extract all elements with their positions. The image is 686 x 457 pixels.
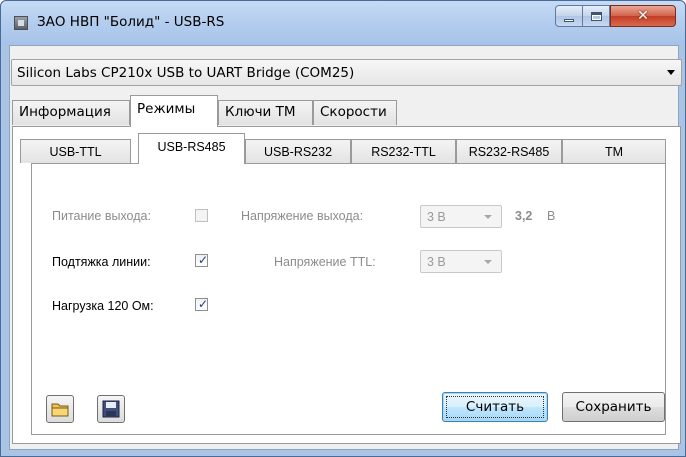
line-pullup-checkbox[interactable]: ✓: [195, 253, 209, 267]
save-button[interactable]: Сохранить: [562, 392, 665, 422]
line-pullup-label: Подтяжка линии:: [52, 255, 151, 269]
floppy-disk-icon: [102, 400, 120, 418]
tab-tm-keys-label: Ключи ТМ: [225, 104, 296, 120]
maximize-button[interactable]: [583, 5, 610, 27]
output-voltage-label: Напряжение выхода:: [241, 209, 364, 223]
tab-speeds-label: Скорости: [320, 104, 387, 120]
power-output-checkbox[interactable]: [195, 209, 208, 222]
maximize-icon: [590, 11, 602, 21]
subtab-rs232-ttl[interactable]: RS232-TTL: [351, 139, 456, 163]
subtab-usb-rs232-label: USB-RS232: [263, 145, 333, 159]
subtab-usb-ttl[interactable]: USB-TTL: [20, 139, 131, 163]
open-file-button[interactable]: [46, 395, 74, 423]
tab-speeds[interactable]: Скорости: [313, 100, 397, 125]
output-voltage-value: 3 В: [427, 210, 446, 224]
subtab-rs232-rs485[interactable]: RS232-RS485: [456, 139, 562, 163]
window-title: ЗАО НВП "Болид" - USB-RS: [37, 14, 225, 30]
measured-voltage-unit: В: [547, 209, 556, 223]
subtab-tm[interactable]: TM: [562, 139, 666, 163]
subtab-usb-rs485-label: USB-RS485: [157, 140, 226, 154]
device-select-value: Silicon Labs CP210x USB to UART Bridge (…: [17, 65, 355, 81]
close-icon: ✕: [637, 8, 649, 24]
tab-modes-label: Режимы: [137, 101, 196, 117]
checkmark-icon: ✓: [198, 297, 209, 311]
chevron-down-icon: [484, 215, 492, 219]
device-select[interactable]: Silicon Labs CP210x USB to UART Bridge (…: [11, 59, 682, 86]
title-bar[interactable]: ЗАО НВП "Болид" - USB-RS ✕: [1, 1, 685, 45]
app-icon: [14, 16, 28, 30]
save-file-button[interactable]: [97, 395, 125, 423]
minimize-button[interactable]: [555, 5, 583, 27]
tab-modes[interactable]: Режимы: [130, 95, 218, 127]
folder-open-icon: [51, 403, 69, 417]
read-button[interactable]: Считать: [442, 392, 548, 422]
chevron-down-icon: [667, 70, 675, 75]
load-120-label: Нагрузка 120 Ом:: [52, 299, 154, 313]
save-button-label: Сохранить: [575, 399, 652, 415]
subtab-rs232-rs485-label: RS232-RS485: [468, 145, 550, 159]
close-button[interactable]: ✕: [610, 5, 676, 27]
tab-info[interactable]: Информация: [12, 100, 130, 125]
ttl-voltage-label: Напряжение TTL:: [274, 255, 376, 269]
subtab-usb-ttl-label: USB-TTL: [49, 145, 102, 159]
output-voltage-select[interactable]: 3 В: [420, 205, 502, 228]
app-window: ЗАО НВП "Болид" - USB-RS ✕ Silicon Labs …: [0, 0, 686, 457]
main-tabbar: Информация Режимы Ключи ТМ Скорости: [12, 95, 612, 127]
focus-rect: [446, 396, 544, 418]
tab-tm-keys[interactable]: Ключи ТМ: [218, 100, 313, 125]
minimize-icon: [564, 18, 574, 22]
checkmark-icon: ✓: [198, 253, 209, 267]
tab-info-label: Информация: [19, 104, 111, 120]
measured-voltage-value: 3,2: [515, 209, 533, 223]
subtab-tm-label: TM: [604, 145, 624, 159]
ttl-voltage-value: 3 В: [427, 255, 446, 269]
ttl-voltage-select[interactable]: 3 В: [420, 250, 502, 273]
power-output-label: Питание выхода:: [52, 209, 151, 223]
subtab-usb-rs232[interactable]: USB-RS232: [245, 139, 351, 163]
subtab-rs232-ttl-label: RS232-TTL: [371, 145, 436, 159]
caption-buttons: ✕: [555, 5, 676, 27]
chevron-down-icon: [484, 260, 492, 264]
subtab-usb-rs485[interactable]: USB-RS485: [138, 133, 245, 164]
load-120-checkbox[interactable]: ✓: [195, 297, 209, 311]
